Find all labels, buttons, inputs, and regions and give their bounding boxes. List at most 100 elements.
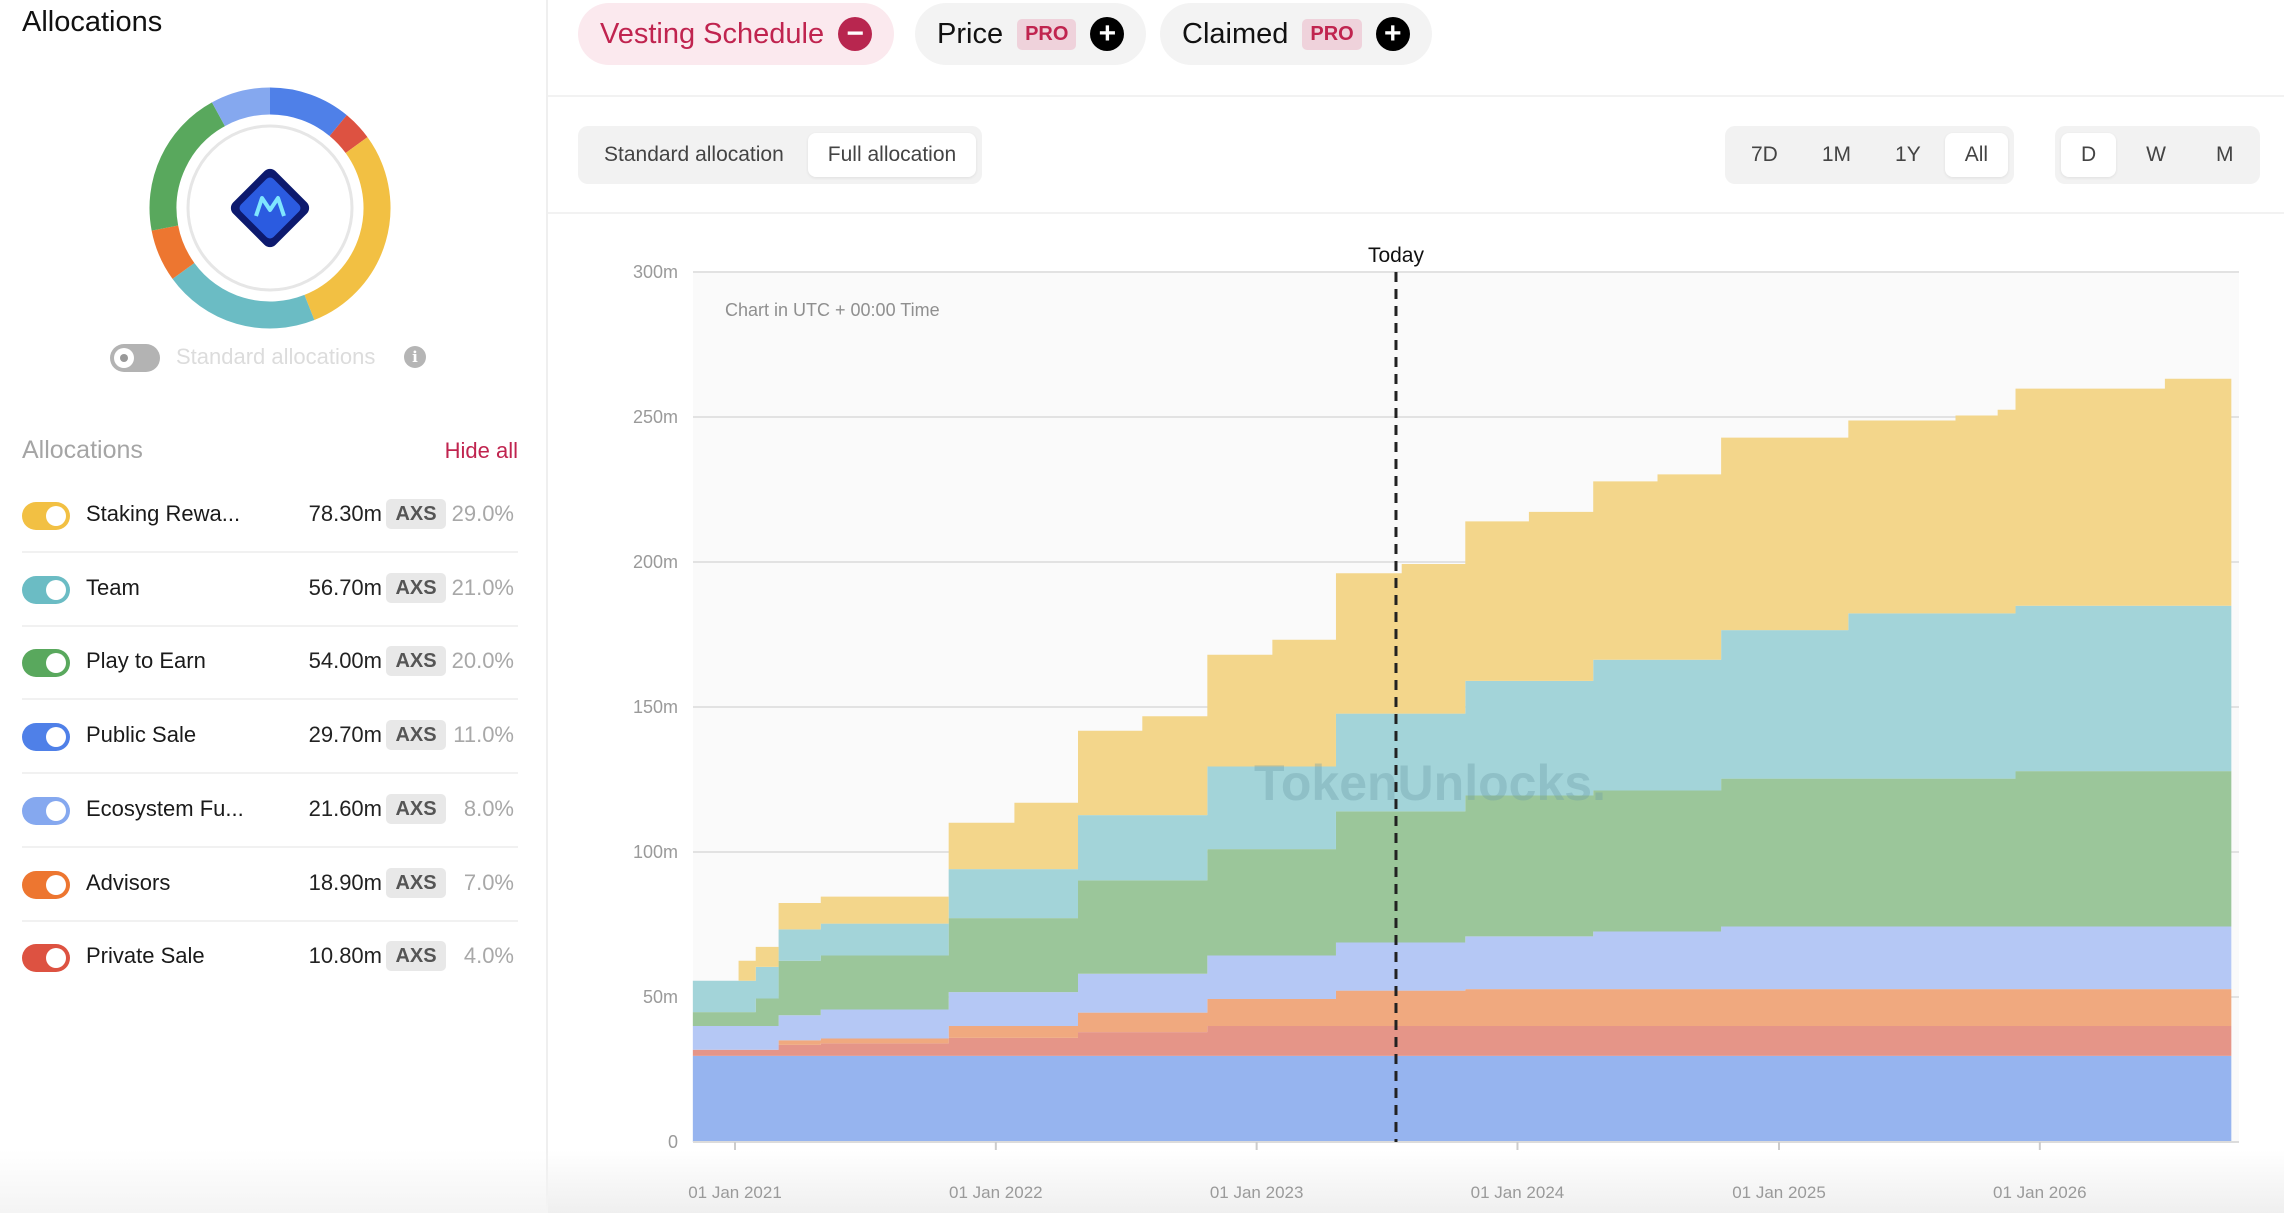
allocation-amount: 18.90m xyxy=(308,869,382,895)
donut-segment[interactable] xyxy=(149,102,226,231)
allocations-list-header: Allocations xyxy=(22,436,143,464)
donut-segment[interactable] xyxy=(151,225,195,279)
token-badge: AXS xyxy=(386,572,446,603)
y-tick-label: 250m xyxy=(633,407,678,427)
allocation-percent: 4.0% xyxy=(463,943,514,969)
allocation-name: Staking Rewa... xyxy=(86,501,241,526)
allocation-percent: 7.0% xyxy=(463,869,514,895)
x-tick-label: 01 Jan 2024 xyxy=(1471,1183,1565,1202)
plus-icon[interactable]: + xyxy=(1375,17,1410,51)
divider xyxy=(548,95,2284,97)
range-1y-button[interactable]: 1Y xyxy=(1875,133,1941,177)
range-all-button[interactable]: All xyxy=(1944,133,2009,177)
y-tick-label: 150m xyxy=(633,697,678,717)
tab-label: Price xyxy=(937,17,1004,50)
x-tick-label: 01 Jan 2023 xyxy=(1210,1183,1304,1202)
hide-all-button[interactable]: Hide all xyxy=(400,438,518,464)
donut-segment[interactable] xyxy=(211,87,271,127)
range-7d-button[interactable]: 7D xyxy=(1731,133,1798,177)
allocation-amount: 78.30m xyxy=(308,501,382,526)
allocation-row: Play to Earn 54.00m AXS 20.0% xyxy=(22,626,518,701)
tab-label: Vesting Schedule xyxy=(600,17,825,50)
granularity-selector: D W M xyxy=(2055,126,2260,184)
allocation-row: Staking Rewa... 78.30m AXS 29.0% xyxy=(22,479,518,553)
allocation-toggle[interactable] xyxy=(22,796,70,825)
standard-allocation-button[interactable]: Standard allocation xyxy=(584,133,804,177)
token-badge: AXS xyxy=(386,793,446,824)
token-badge: AXS xyxy=(386,867,446,898)
vesting-schedule-chart: 0 50m 100m 150m 200m 250m 300m 01 Jan 2021 01 Ja… xyxy=(633,244,2239,1202)
allocation-percent: 20.0% xyxy=(451,648,514,674)
donut-segment[interactable] xyxy=(329,115,368,154)
tokenunlocks-watermark: TokenUnlocks. xyxy=(1254,755,1606,811)
allocation-toggle[interactable] xyxy=(22,944,70,973)
x-tick-label: 01 Jan 2025 xyxy=(1732,1183,1826,1202)
allocation-amount: 29.70m xyxy=(308,722,382,748)
allocation-amount: 10.80m xyxy=(308,943,382,969)
allocation-name: Play to Earn xyxy=(86,648,206,674)
x-tick-label: 01 Jan 2021 xyxy=(688,1183,782,1202)
sidebar-title: Allocations xyxy=(22,6,163,38)
standard-allocations-toggle[interactable] xyxy=(110,344,160,372)
divider xyxy=(548,212,2284,214)
allocation-percent: 29.0% xyxy=(451,501,514,526)
minus-icon[interactable]: − xyxy=(838,17,873,51)
allocation-donut-chart xyxy=(149,87,391,329)
y-tick-label: 300m xyxy=(633,262,678,282)
allocation-row: Private Sale 10.80m AXS 4.0% xyxy=(22,921,518,995)
allocation-row: Team 56.70m AXS 21.0% xyxy=(22,553,518,627)
info-icon[interactable]: i xyxy=(404,346,426,368)
bottom-fade xyxy=(0,1150,548,1213)
allocation-name: Public Sale xyxy=(86,722,197,748)
allocation-percent: 11.0% xyxy=(453,722,514,748)
allocation-name: Ecosystem Fu... xyxy=(86,795,244,821)
granularity-d-button[interactable]: D xyxy=(2061,133,2117,177)
allocation-row: Ecosystem Fu... 21.60m AXS 8.0% xyxy=(22,774,518,848)
tab-vesting-schedule[interactable]: Vesting Schedule − xyxy=(578,3,895,65)
allocation-toggle[interactable] xyxy=(22,870,70,899)
pro-badge: PRO xyxy=(1017,18,1077,50)
token-badge: AXS xyxy=(386,499,446,529)
pro-badge: PRO xyxy=(1302,18,1362,50)
allocation-name: Advisors xyxy=(86,869,171,895)
tab-price[interactable]: Price PRO + xyxy=(915,3,1147,65)
allocation-toggle[interactable] xyxy=(22,575,70,604)
token-badge: AXS xyxy=(386,941,446,972)
allocation-percent: 8.0% xyxy=(463,795,514,821)
granularity-w-button[interactable]: W xyxy=(2120,133,2192,177)
allocations-sidebar: Allocations Standard allocations i Alloc… xyxy=(0,0,548,1213)
y-tick-label: 50m xyxy=(643,987,678,1007)
area-series-public-sale[interactable] xyxy=(692,1055,2232,1142)
token-badge: AXS xyxy=(386,720,446,751)
token-badge: AXS xyxy=(386,646,446,677)
granularity-m-button[interactable]: M xyxy=(2196,133,2254,177)
range-1m-button[interactable]: 1M xyxy=(1802,133,1871,177)
allocation-row: Public Sale 29.70m AXS 11.0% xyxy=(22,700,518,775)
standard-allocations-label: Standard allocations xyxy=(176,344,376,369)
allocation-toggle[interactable] xyxy=(22,723,70,752)
plus-icon[interactable]: + xyxy=(1090,17,1125,51)
donut-segment[interactable] xyxy=(172,262,315,329)
full-allocation-button[interactable]: Full allocation xyxy=(807,133,977,177)
allocation-amount: 54.00m xyxy=(308,648,382,674)
tab-claimed[interactable]: Claimed PRO + xyxy=(1160,3,1432,65)
donut-segment[interactable] xyxy=(269,87,347,137)
allocation-amount: 21.60m xyxy=(308,795,382,821)
allocation-row: Advisors 18.90m AXS 7.0% xyxy=(22,848,518,922)
x-tick-label: 01 Jan 2022 xyxy=(949,1183,1043,1202)
axie-infinity-logo xyxy=(230,168,310,248)
allocation-toggle[interactable] xyxy=(22,502,70,530)
allocation-mode-switch: Standard allocation Full allocation xyxy=(578,126,983,184)
range-selector: 7D 1M 1Y All xyxy=(1725,126,2015,184)
allocation-name: Private Sale xyxy=(86,943,205,969)
allocation-amount: 56.70m xyxy=(308,574,382,600)
tab-label: Claimed xyxy=(1182,17,1289,50)
chart-timezone-note: Chart in UTC + 00:00 Time xyxy=(725,300,940,320)
y-tick-label: 200m xyxy=(633,552,678,572)
allocation-percent: 21.0% xyxy=(451,574,514,600)
x-tick-label: 01 Jan 2026 xyxy=(1993,1183,2087,1202)
y-tick-label: 0 xyxy=(668,1132,678,1152)
y-tick-label: 100m xyxy=(633,842,678,862)
today-label: Today xyxy=(1368,244,1425,267)
allocation-toggle[interactable] xyxy=(22,649,70,678)
